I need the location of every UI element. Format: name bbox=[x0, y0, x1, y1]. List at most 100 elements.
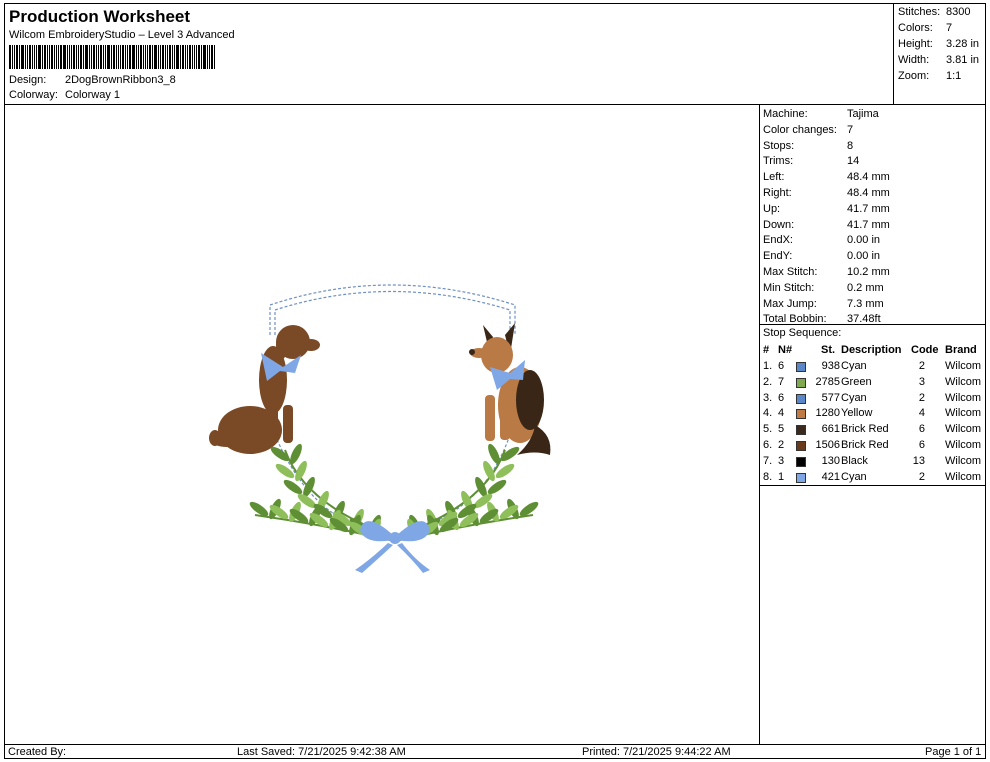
barcode-bar bbox=[63, 45, 66, 69]
barcode-bar bbox=[201, 45, 202, 69]
stop-stitches: 661 bbox=[821, 423, 840, 436]
machine-value: 0.2 mm bbox=[847, 281, 884, 294]
worksheet-sheet: Production Worksheet Wilcom EmbroiderySt… bbox=[4, 3, 986, 759]
barcode-bar bbox=[93, 45, 95, 69]
created-by: Created By: bbox=[8, 746, 67, 758]
machine-value: 7.3 mm bbox=[847, 297, 884, 310]
barcode-bar bbox=[176, 45, 179, 69]
stop-stitches: 1280 bbox=[815, 407, 840, 420]
design-label: Design: bbox=[9, 74, 47, 86]
barcode-bar bbox=[174, 45, 175, 69]
barcode-bar bbox=[51, 45, 53, 69]
colors-value: 7 bbox=[946, 22, 953, 34]
stop-needle: 4 bbox=[778, 407, 785, 420]
stop-num: 3. bbox=[763, 391, 773, 404]
stop-num: 1. bbox=[763, 360, 773, 372]
barcode-bar bbox=[129, 45, 131, 69]
stop-needle: 6 bbox=[778, 391, 785, 404]
machine-value: 0.00 in bbox=[847, 250, 881, 263]
stop-brand: Wilcom bbox=[945, 454, 982, 467]
machine-row: Trims: 14 bbox=[763, 155, 859, 167]
worksheet-footer: Created By: Last Saved: 7/21/2025 9:42:3… bbox=[5, 744, 985, 758]
stop-brand: Wilcom bbox=[945, 391, 982, 404]
stop-row: 5. 5 661 Brick Red 6 Wilcom bbox=[760, 423, 985, 437]
barcode-bar bbox=[103, 45, 104, 69]
machine-row: EndY: 0.00 in bbox=[763, 250, 880, 262]
barcode-bar bbox=[211, 45, 213, 69]
barcode-bar bbox=[80, 45, 82, 69]
barcode-bar bbox=[143, 45, 144, 69]
barcode-bar bbox=[14, 45, 15, 69]
machine-value: 14 bbox=[847, 155, 860, 168]
machine-row: EndX: 0.00 in bbox=[763, 234, 880, 246]
design-row: Design: 2DogBrownRibbon3_8 bbox=[9, 74, 176, 86]
barcode-bar bbox=[21, 45, 24, 69]
barcode-bar bbox=[58, 45, 59, 69]
machine-row: Machine: Tajima bbox=[763, 108, 879, 120]
ribbon-bow bbox=[355, 521, 430, 573]
stop-needle: 6 bbox=[778, 360, 785, 372]
stop-code: 6 bbox=[918, 423, 925, 436]
barcode-bar bbox=[194, 45, 195, 69]
laurel-wreath bbox=[249, 443, 539, 541]
barcode-bar bbox=[38, 45, 41, 69]
col-st: St. bbox=[821, 344, 836, 356]
height-row: Height: 3.28 in bbox=[898, 38, 979, 50]
height-label: Height: bbox=[898, 38, 933, 50]
machine-row: Left: 48.4 mm bbox=[763, 171, 890, 183]
barcode-bar bbox=[107, 45, 110, 69]
barcode-bar bbox=[207, 45, 208, 69]
barcode-bar bbox=[100, 45, 102, 69]
barcode-bar bbox=[198, 45, 200, 69]
stop-code: 2 bbox=[918, 391, 925, 404]
barcode-bar bbox=[118, 45, 119, 69]
brown-dog-left bbox=[209, 325, 320, 454]
barcode-bar bbox=[160, 45, 161, 69]
stop-brand: Wilcom bbox=[945, 470, 982, 483]
barcode-bar bbox=[147, 45, 148, 69]
machine-label: Left: bbox=[763, 171, 785, 184]
col-code: Code bbox=[911, 344, 939, 356]
stop-description: Black bbox=[841, 454, 868, 467]
barcode-bar bbox=[196, 45, 197, 69]
color-swatch bbox=[796, 456, 806, 467]
stop-sequence-title: Stop Sequence: bbox=[763, 327, 842, 339]
barcode-bar bbox=[214, 45, 215, 69]
stop-sequence: Stop Sequence: # N# St. Description Code… bbox=[760, 324, 985, 486]
barcode-bar bbox=[12, 45, 13, 69]
machine-label: Down: bbox=[763, 218, 795, 231]
stop-description: Cyan bbox=[841, 360, 867, 372]
stop-row: 8. 1 421 Cyan 2 Wilcom bbox=[760, 471, 985, 485]
machine-value: 41.7 mm bbox=[847, 218, 890, 231]
stop-brand: Wilcom bbox=[945, 407, 982, 420]
colors-label: Colors: bbox=[898, 22, 933, 34]
last-saved: Last Saved: 7/21/2025 9:42:38 AM bbox=[237, 746, 406, 758]
machine-label: EndY: bbox=[763, 250, 793, 263]
machine-value: 10.2 mm bbox=[847, 266, 890, 278]
page-title: Production Worksheet bbox=[9, 7, 191, 26]
barcode-bar bbox=[120, 45, 121, 69]
barcode-bar bbox=[76, 45, 77, 69]
barcode-bar bbox=[56, 45, 57, 69]
barcode-bar bbox=[158, 45, 159, 69]
barcode-bar bbox=[60, 45, 62, 69]
barcode-bar bbox=[85, 45, 88, 69]
stop-description: Green bbox=[841, 375, 872, 388]
barcode-bar bbox=[27, 45, 28, 69]
stop-stitches: 1506 bbox=[815, 439, 840, 451]
color-swatch bbox=[796, 393, 806, 404]
barcode-bar bbox=[192, 45, 193, 69]
barcode-bar bbox=[9, 45, 11, 69]
barcode-bar bbox=[127, 45, 128, 69]
barcode-bar bbox=[42, 45, 43, 69]
machine-label: Max Jump: bbox=[763, 297, 817, 310]
stop-num: 2. bbox=[763, 375, 773, 388]
barcode-bar bbox=[98, 45, 99, 69]
barcode-bar bbox=[152, 45, 153, 69]
printed-date: Printed: 7/21/2025 9:44:22 AM bbox=[582, 746, 731, 758]
stop-row: 2. 7 2785 Green 3 Wilcom bbox=[760, 376, 985, 390]
barcode-bar bbox=[111, 45, 112, 69]
machine-row: Max Stitch: 10.2 mm bbox=[763, 266, 890, 278]
colorway-label: Colorway: bbox=[9, 89, 58, 101]
color-swatch bbox=[796, 362, 806, 372]
